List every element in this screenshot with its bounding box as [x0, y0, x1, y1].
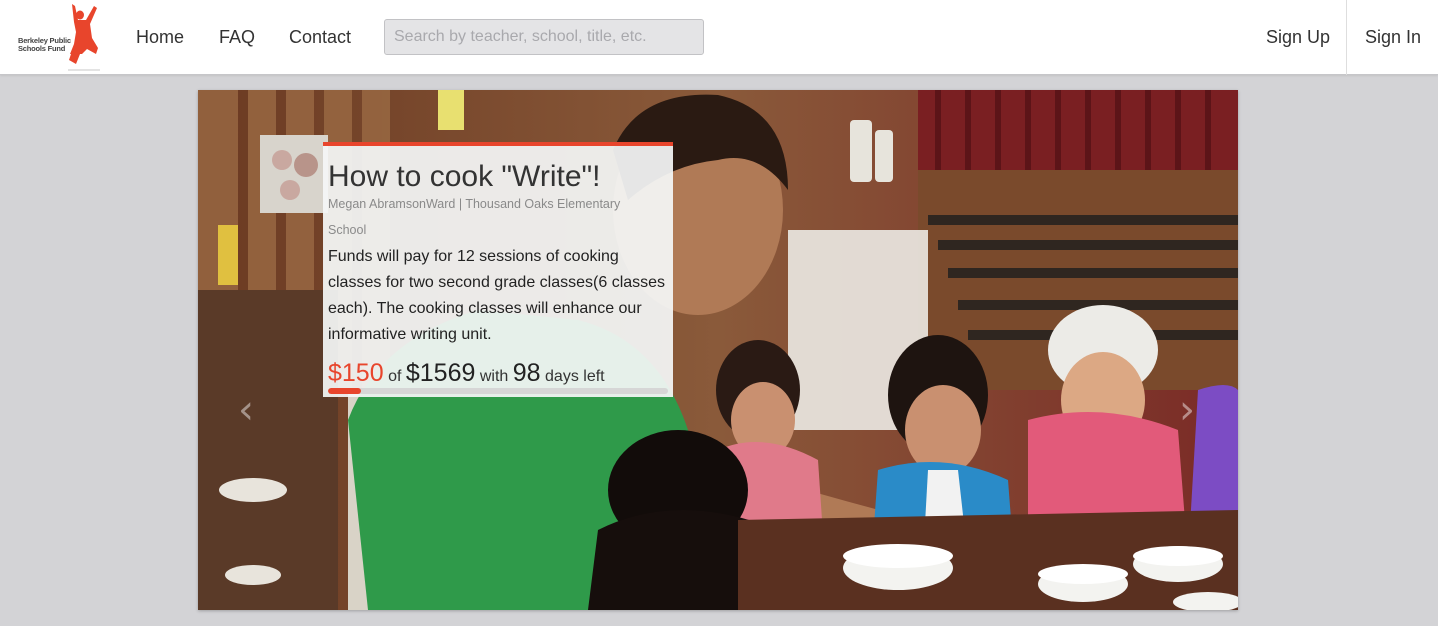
top-navbar: Berkeley Public Schools Fund Home FAQ Co… [0, 0, 1438, 75]
funding-stats: $150 of $1569 with 98 days left [328, 358, 668, 392]
funding-progress-bar [328, 388, 668, 394]
project-teacher-school: Megan AbramsonWard | Thousand Oaks Eleme… [328, 197, 621, 237]
days-left-label: days left [545, 368, 605, 385]
sign-up-link[interactable]: Sign Up [1266, 26, 1330, 48]
sign-in-link[interactable]: Sign In [1365, 26, 1421, 48]
project-title[interactable]: How to cook "Write"! [328, 160, 668, 194]
brand-logo[interactable]: Berkeley Public Schools Fund [14, 4, 106, 71]
nav-faq-link[interactable]: FAQ [219, 26, 255, 48]
carousel-prev-button[interactable]: ‹ [234, 390, 258, 430]
funding-goal: $1569 [405, 359, 476, 387]
with-label: with [479, 368, 509, 385]
carousel-next-button[interactable]: › [1175, 390, 1199, 430]
nav-home-link[interactable]: Home [136, 26, 184, 48]
days-remaining: 98 [512, 359, 541, 387]
brand-line-2: Schools Fund [18, 44, 66, 53]
hero-carousel[interactable]: ‹ › How to cook "Write"! Megan AbramsonW… [198, 90, 1238, 610]
funding-progress-fill [328, 388, 361, 394]
amount-raised: $150 [328, 359, 384, 387]
project-card[interactable]: How to cook "Write"! Megan AbramsonWard … [323, 142, 673, 397]
brand-logo-text: Berkeley Public Schools Fund [18, 37, 71, 53]
project-description: Funds will pay for 12 sessions of cookin… [328, 248, 666, 343]
logo-underline [68, 69, 100, 71]
nav-divider [1346, 0, 1347, 75]
search-input[interactable] [384, 19, 704, 55]
of-label: of [388, 368, 402, 385]
nav-contact-link[interactable]: Contact [289, 26, 351, 48]
